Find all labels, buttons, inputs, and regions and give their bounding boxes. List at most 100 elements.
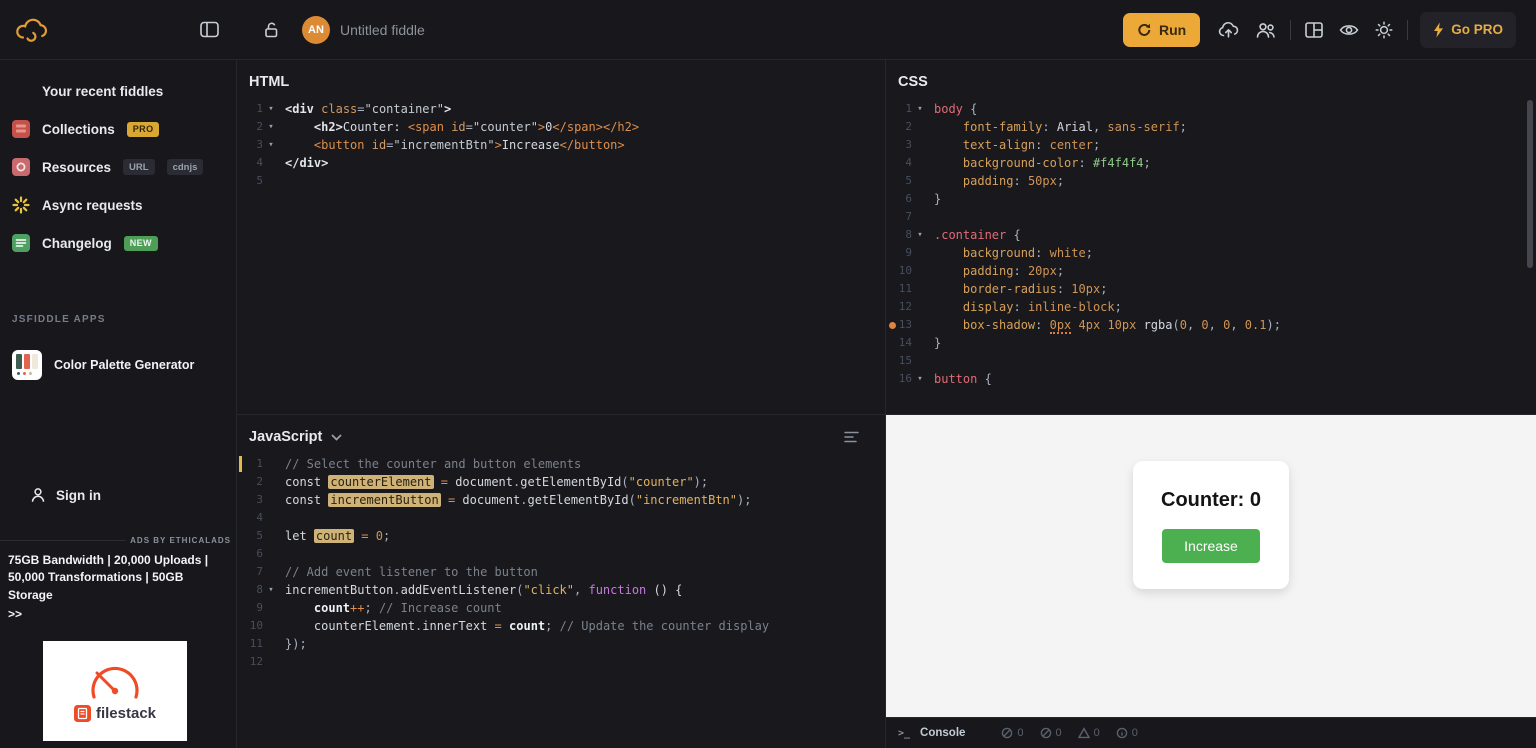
code-text: }: [934, 334, 941, 352]
css-editor[interactable]: 1▾body {2 font-family: Arial, sans-serif…: [886, 100, 1536, 388]
code-text: <button id="incrementBtn">Increase</butt…: [285, 136, 625, 154]
go-pro-button[interactable]: Go PRO: [1420, 12, 1516, 48]
code-line[interactable]: 4: [237, 509, 885, 527]
code-line[interactable]: 1▾body {: [886, 100, 1536, 118]
sidebar-item-changelog[interactable]: Changelog NEW: [0, 224, 236, 262]
html-editor[interactable]: 1▾<div class="container">2▾ <h2>Counter:…: [237, 100, 885, 190]
code-line[interactable]: 12: [237, 653, 885, 671]
changelog-icon: [12, 234, 30, 252]
console-info-count[interactable]: 0: [1116, 727, 1138, 739]
ad-link[interactable]: 75GB Bandwidth | 20,000 Uploads | 50,000…: [8, 552, 228, 621]
code-text: // Add event listener to the button: [285, 563, 538, 581]
jsfiddle-cloud-icon: [12, 16, 52, 44]
run-button[interactable]: Run: [1123, 13, 1200, 47]
code-line[interactable]: 2const counterElement = document.getElem…: [237, 473, 885, 491]
code-line[interactable]: 9 count++; // Increase count: [237, 599, 885, 617]
code-line[interactable]: 4</div>: [237, 154, 885, 172]
fold-arrow-icon[interactable]: ▾: [912, 100, 928, 118]
fold-arrow-icon[interactable]: ▾: [263, 581, 279, 599]
code-line[interactable]: 6: [237, 545, 885, 563]
ad-more-link[interactable]: >>: [8, 607, 228, 621]
sidebar-toggle-button[interactable]: [200, 21, 219, 38]
code-line[interactable]: 10 counterElement.innerText = count; // …: [237, 617, 885, 635]
console-warning-count[interactable]: 0: [1078, 727, 1100, 739]
privacy-lock-button[interactable]: [263, 21, 280, 38]
sidebar-nav: Your recent fiddles Collections PRO Reso…: [0, 60, 236, 262]
jsfiddle-logo[interactable]: [12, 16, 52, 44]
fold-arrow-icon[interactable]: ▾: [912, 226, 928, 244]
collaborate-button[interactable]: [1255, 22, 1276, 38]
code-line[interactable]: 3 text-align: center;: [886, 136, 1536, 154]
sidebar-item-collections[interactable]: Collections PRO: [0, 110, 236, 148]
js-editor[interactable]: 1// Select the counter and button elemen…: [237, 455, 885, 671]
console-blocked-count[interactable]: 0: [1040, 727, 1062, 739]
code-line[interactable]: 13 box-shadow: 0px 4px 10px rgba(0, 0, 0…: [886, 316, 1536, 334]
fold-arrow-icon[interactable]: ▾: [263, 136, 279, 154]
eye-icon: [1339, 23, 1359, 37]
html-panel-title: HTML: [237, 60, 885, 100]
preview-button[interactable]: [1339, 23, 1359, 37]
gutter: 11: [237, 635, 285, 653]
sidebar-item-color-palette-generator[interactable]: Color Palette Generator: [0, 341, 236, 389]
code-line[interactable]: 1▾<div class="container">: [237, 100, 885, 118]
fiddle-title[interactable]: Untitled fiddle: [340, 22, 425, 38]
fold-arrow-icon[interactable]: ▾: [263, 100, 279, 118]
line-number: 2: [886, 118, 912, 136]
increase-button[interactable]: Increase: [1162, 529, 1260, 563]
console-error-count[interactable]: 0: [1001, 727, 1023, 739]
code-line[interactable]: 1// Select the counter and button elemen…: [237, 455, 885, 473]
code-line[interactable]: 5: [237, 172, 885, 190]
css-scrollbar[interactable]: [1527, 100, 1533, 268]
fold-arrow-icon[interactable]: ▾: [263, 118, 279, 136]
code-text: .container {: [934, 226, 1021, 244]
code-line[interactable]: 5let count = 0;: [237, 527, 885, 545]
line-number: 9: [237, 599, 263, 617]
code-line[interactable]: 7// Add event listener to the button: [237, 563, 885, 581]
sidebar-item-async-requests[interactable]: Async requests: [0, 186, 236, 224]
code-line[interactable]: 3▾ <button id="incrementBtn">Increase</b…: [237, 136, 885, 154]
code-text: incrementButton.addEventListener("click"…: [285, 581, 682, 599]
blocked-circle-icon: [1001, 727, 1013, 739]
code-line[interactable]: 6}: [886, 190, 1536, 208]
avatar[interactable]: AN: [302, 16, 330, 44]
code-line[interactable]: 10 padding: 20px;: [886, 262, 1536, 280]
sidebar-item-resources[interactable]: Resources URL cdnjs: [0, 148, 236, 186]
sign-in-button[interactable]: Sign in: [0, 480, 101, 510]
gutter: 10: [886, 262, 934, 280]
theme-button[interactable]: [1375, 21, 1393, 39]
code-line[interactable]: 7: [886, 208, 1536, 226]
html-panel: HTML 1▾<div class="container">2▾ <h2>Cou…: [237, 60, 886, 415]
line-number: 8: [237, 581, 263, 599]
sidebar-item-recent-fiddles[interactable]: Your recent fiddles: [0, 72, 236, 110]
ad-image[interactable]: filestack: [43, 641, 187, 741]
jsfiddle-apps-header: JSFIDDLE APPS: [0, 314, 236, 325]
code-line[interactable]: 11});: [237, 635, 885, 653]
code-line[interactable]: 12 display: inline-block;: [886, 298, 1536, 316]
collections-icon: [12, 120, 30, 138]
code-line[interactable]: 2▾ <h2>Counter: <span id="counter">0</sp…: [237, 118, 885, 136]
console-bar[interactable]: >_ Console 0 0 0 0: [886, 717, 1536, 748]
run-refresh-icon: [1137, 23, 1152, 37]
code-line[interactable]: 8▾ incrementButton.addEventListener("clic…: [237, 581, 885, 599]
js-language-dropdown[interactable]: [331, 434, 342, 441]
code-line[interactable]: 9 background: white;: [886, 244, 1536, 262]
code-line[interactable]: 4 background-color: #f4f4f4;: [886, 154, 1536, 172]
code-text: text-align: center;: [934, 136, 1100, 154]
sidebar-item-label: Collections: [42, 122, 115, 137]
code-line[interactable]: 8▾.container {: [886, 226, 1536, 244]
code-line[interactable]: 3const incrementButton = document.getEle…: [237, 491, 885, 509]
fold-arrow-icon[interactable]: ▾: [912, 370, 928, 388]
tidy-code-button[interactable]: [844, 431, 859, 443]
console-label[interactable]: Console: [920, 727, 965, 739]
line-number: 15: [886, 352, 912, 370]
code-line[interactable]: 16▾button {: [886, 370, 1536, 388]
code-line[interactable]: 15: [886, 352, 1536, 370]
save-button[interactable]: [1218, 21, 1239, 38]
ad-text[interactable]: 75GB Bandwidth | 20,000 Uploads | 50,000…: [8, 552, 228, 604]
layout-button[interactable]: [1305, 22, 1323, 38]
gutter: 9: [237, 599, 285, 617]
code-line[interactable]: 2 font-family: Arial, sans-serif;: [886, 118, 1536, 136]
code-line[interactable]: 5 padding: 50px;: [886, 172, 1536, 190]
code-line[interactable]: 11 border-radius: 10px;: [886, 280, 1536, 298]
code-line[interactable]: 14}: [886, 334, 1536, 352]
